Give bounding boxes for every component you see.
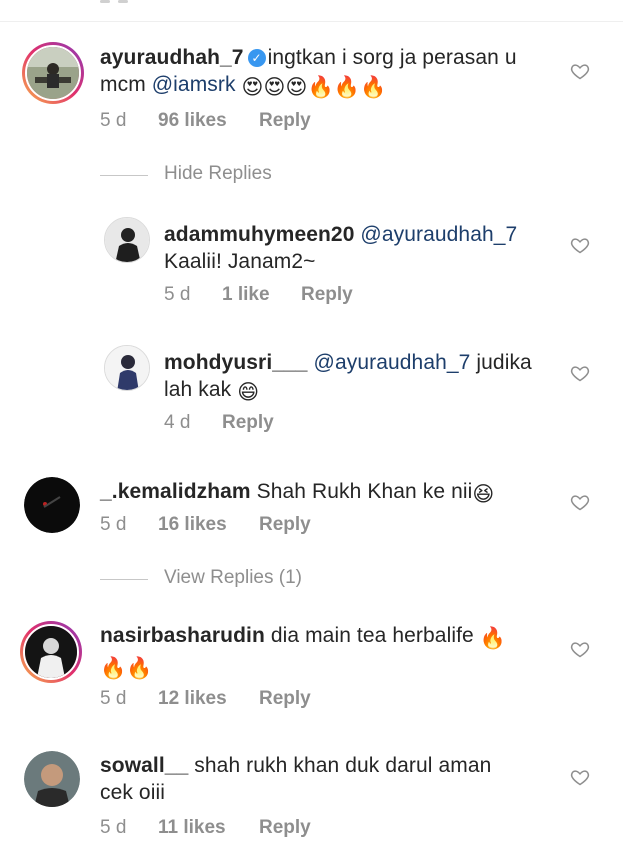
heart-outline-icon[interactable]	[570, 363, 590, 383]
avatar-photo	[27, 47, 79, 99]
reply-button[interactable]: Reply	[259, 817, 311, 839]
reply-button[interactable]: Reply	[301, 284, 353, 306]
timestamp: 4 d	[164, 412, 191, 433]
comment-body: lah kak	[164, 378, 238, 401]
toggle-line	[100, 175, 148, 176]
emoji: 🔥	[479, 627, 507, 650]
emoji: 😄	[237, 381, 260, 404]
timestamp: 5 d	[164, 284, 191, 305]
comment-body: mcm	[100, 73, 152, 96]
likes-count[interactable]: 16 likes	[158, 514, 259, 536]
verified-badge-icon: ✓	[247, 49, 266, 67]
divider	[0, 21, 623, 22]
mention-link[interactable]: @ayuraudhah_7	[360, 223, 517, 246]
comment-meta: 5 d 1 like Reply	[164, 284, 353, 306]
comment-meta: 5 d 11 likes Reply	[100, 817, 311, 839]
likes-count[interactable]: 11 likes	[158, 817, 259, 839]
comment-text: nasirbasharudin dia main tea herbalife 🔥…	[100, 622, 560, 682]
heart-outline-icon[interactable]	[570, 767, 590, 787]
avatar[interactable]	[104, 345, 150, 391]
reply-button[interactable]: Reply	[222, 412, 274, 434]
comment-body: cek oiii	[100, 781, 165, 804]
comment-username[interactable]: mohdyusri___	[164, 351, 308, 374]
toggle-line	[100, 579, 148, 580]
likes-count[interactable]: 12 likes	[158, 688, 259, 710]
comment-meta: 4 d Reply	[164, 412, 274, 434]
heart-outline-icon[interactable]	[570, 61, 590, 81]
avatar[interactable]	[104, 217, 150, 263]
comment-username[interactable]: _.kemalidzham	[100, 480, 251, 503]
top-partial-element	[100, 0, 110, 3]
likes-count[interactable]: 96 likes	[158, 110, 259, 132]
mention-link[interactable]: @ayuraudhah_7	[314, 351, 471, 374]
top-partial-element	[118, 0, 128, 3]
emoji: 😍😍😍🔥🔥🔥	[241, 76, 387, 99]
heart-outline-icon[interactable]	[570, 639, 590, 659]
heart-outline-icon[interactable]	[570, 492, 590, 512]
comment-body: ingtkan i sorg ja perasan u	[267, 46, 517, 69]
comment-meta: 5 d 12 likes Reply	[100, 688, 311, 710]
comment-text: sowall__ shah rukh khan duk darul aman c…	[100, 752, 560, 806]
timestamp: 5 d	[100, 688, 127, 709]
comment-body: Kaalii! Janam2~	[164, 250, 316, 273]
comment-body: dia main tea herbalife	[264, 624, 480, 647]
avatar[interactable]	[20, 621, 82, 683]
comment-meta: 5 d 96 likes Reply	[100, 110, 311, 132]
avatar-photo	[105, 218, 149, 262]
avatar[interactable]	[22, 42, 84, 104]
hide-replies-label[interactable]: Hide Replies	[164, 163, 272, 185]
comment-text: adammuhymeen20 @ayuraudhah_7 Kaalii! Jan…	[164, 221, 564, 275]
reply-button[interactable]: Reply	[259, 688, 311, 710]
reply-button[interactable]: Reply	[259, 514, 311, 536]
comment-username[interactable]: ayuraudhah_7	[100, 46, 244, 69]
avatar-photo	[105, 346, 149, 390]
avatar-photo	[24, 751, 80, 807]
comment-text: mohdyusri___ @ayuraudhah_7 judika lah ka…	[164, 349, 564, 406]
avatar[interactable]	[24, 477, 80, 533]
mention-link[interactable]: @iamsrk	[152, 73, 236, 96]
avatar-photo	[24, 477, 80, 533]
comment-meta: 5 d 16 likes Reply	[100, 514, 311, 536]
avatar-photo	[25, 626, 77, 678]
comment-text: _.kemalidzham Shah Rukh Khan ke nii😆	[100, 478, 560, 508]
comment-body: judika	[470, 351, 532, 374]
comment-username[interactable]: sowall__	[100, 754, 188, 777]
view-replies-label[interactable]: View Replies (1)	[164, 567, 302, 589]
emoji: 😆	[472, 483, 495, 506]
comment-body: Shah Rukh Khan ke nii	[250, 480, 473, 503]
likes-count[interactable]: 1 like	[222, 284, 301, 306]
timestamp: 5 d	[100, 817, 127, 838]
comment-username[interactable]: adammuhymeen20	[164, 223, 354, 246]
comment-body: shah rukh khan duk darul aman	[188, 754, 492, 777]
reply-button[interactable]: Reply	[259, 110, 311, 132]
avatar[interactable]	[24, 751, 80, 807]
timestamp: 5 d	[100, 110, 127, 131]
comment-text: ayuraudhah_7 ✓ ingtkan i sorg ja perasan u…	[100, 44, 570, 101]
emoji: 🔥🔥	[100, 657, 153, 680]
comment-username[interactable]: nasirbasharudin	[100, 624, 265, 647]
timestamp: 5 d	[100, 514, 127, 535]
heart-outline-icon[interactable]	[570, 235, 590, 255]
